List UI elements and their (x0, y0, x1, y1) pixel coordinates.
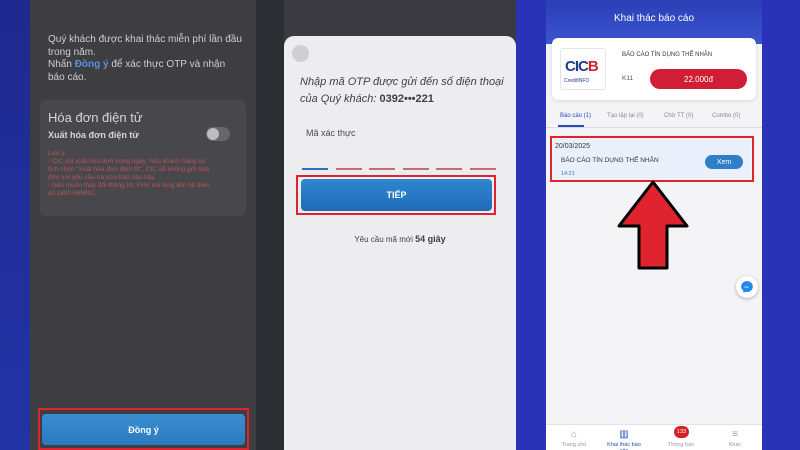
messenger-chat-button[interactable] (736, 276, 758, 298)
price-button[interactable]: 22.000đ (650, 69, 747, 89)
otp-digit-slot[interactable] (335, 168, 362, 170)
note-line: tích chọn "Xuất hóa đơn điện tử", CIC sẽ… (48, 166, 210, 173)
messenger-icon (741, 281, 753, 293)
product-code: K11 (622, 75, 634, 82)
intro-highlight: Đồng ý (74, 59, 109, 70)
tab-pending[interactable]: Chờ TT (0) (664, 113, 693, 119)
note-line: - Nếu muốn thay đổi thông tin, KHV vui l… (48, 182, 210, 189)
otp-code-label: Mã xác thực (306, 128, 356, 138)
note-line: đơn với yêu cầu tra cứu báo cáo này. (48, 174, 156, 181)
note-line: Lưu ý: (48, 150, 67, 157)
note-line: - CIC chỉ xuất hóa đơn trong ngày. Nếu k… (48, 158, 206, 165)
report-time: 14:21 (561, 171, 575, 177)
e-invoice-toggle[interactable] (206, 127, 230, 141)
nav-label: Thông báo (667, 442, 695, 448)
notification-badge: 133 (674, 426, 689, 438)
otp-input[interactable] (302, 168, 496, 170)
otp-digit-slot[interactable] (469, 168, 496, 170)
e-invoice-title: Hóa đơn điện tử (48, 110, 143, 125)
intro-instruction: Nhấn Đồng ý để xác thực OTP và nhận báo … (48, 59, 244, 84)
intro-line: Quý khách được khai thác miễn phí lần đầ… (48, 34, 242, 58)
note-line: số 1800 585891. (48, 190, 97, 197)
free-report-intro: Quý khách được khai thác miễn phí lần đầ… (48, 34, 244, 84)
resend-countdown: 54 giây (415, 234, 446, 244)
otp-digit-slot[interactable] (369, 168, 396, 170)
resend-prefix: Yêu cầu mã mới (354, 235, 416, 244)
active-tab-indicator (558, 125, 584, 127)
nav-more[interactable]: ≡ Khác (715, 429, 755, 449)
cic-logo: CICB CreditINFO (560, 48, 606, 90)
otp-bottom-sheet: Nhập mã OTP được gửi đến số điện thoại c… (284, 36, 516, 450)
nav-label: Trang chủ (561, 442, 587, 448)
otp-digit-slot[interactable] (402, 168, 429, 170)
otp-digit-slot[interactable] (436, 168, 463, 170)
product-name: BÁO CÁO TÍN DỤNG THỂ NHÂN (622, 52, 713, 58)
product-card[interactable]: CICB CreditINFO BÁO CÁO TÍN DỤNG THỂ NHÂ… (552, 38, 756, 100)
page-title: Khai thác báo cáo (613, 13, 695, 24)
background-strip-left (0, 0, 30, 450)
logo-subtext: CreditINFO (564, 78, 590, 84)
next-button[interactable]: TIẾP (301, 179, 492, 211)
e-invoice-notes: Lưu ý: - CIC chỉ xuất hóa đơn trong ngày… (48, 150, 244, 198)
tab-combo[interactable]: Combo (0) (712, 113, 740, 119)
resend-otp-text[interactable]: Yêu cầu mã mới 54 giây (284, 234, 516, 244)
nav-home[interactable]: ⌂ Trang chủ (554, 429, 594, 449)
chart-icon: ▥ (619, 429, 629, 440)
logo-text: CICB (565, 58, 599, 75)
view-report-button[interactable]: Xem (705, 155, 743, 169)
nav-label: Khác (728, 442, 742, 448)
logo-text-a: CIC (565, 58, 589, 75)
nav-label: Khai thác báo cáo (607, 442, 641, 450)
logo-text-b: B (587, 58, 599, 75)
menu-icon: ≡ (732, 429, 738, 440)
otp-instruction: Nhập mã OTP được gửi đến số điện thoại c… (300, 74, 510, 108)
up-arrow-icon (617, 180, 689, 270)
background-strip-middle-right (516, 0, 546, 450)
panel-otp-entry: Nhập mã OTP được gửi đến số điện thoại c… (284, 0, 516, 450)
dimmed-background (284, 0, 516, 40)
background-strip-right (762, 0, 800, 450)
e-invoice-section: Hóa đơn điện tử Xuất hóa đơn điện tử Lưu… (40, 100, 246, 216)
otp-digit-slot[interactable] (302, 168, 328, 170)
intro-prefix: Nhấn (48, 59, 75, 70)
nav-report-extraction[interactable]: ▥ Khai thác báo cáo (604, 430, 644, 450)
screenshot-collage: Quý khách được khai thác miễn phí lần đầ… (0, 0, 800, 450)
otp-phone-number: 0392•••221 (379, 93, 434, 105)
home-icon: ⌂ (570, 429, 578, 440)
tab-reports[interactable]: Báo cáo (1) (560, 113, 591, 119)
e-invoice-toggle-label: Xuất hóa đơn điện tử (48, 130, 139, 140)
tab-recreate[interactable]: Tạo lập lại (0) (607, 113, 644, 119)
report-date: 20/03/2025 (555, 143, 591, 150)
bottom-navigation: ⌂ Trang chủ ▥ Khai thác báo cáo 🔔 Thông … (546, 424, 762, 450)
report-title: BÁO CÁO TÍN DỤNG THỂ NHÂN (561, 157, 659, 164)
panel-confirm-free-report: Quý khách được khai thác miễn phí lần đầ… (30, 0, 256, 450)
close-icon[interactable] (292, 45, 309, 62)
background-strip-middle (256, 0, 284, 450)
